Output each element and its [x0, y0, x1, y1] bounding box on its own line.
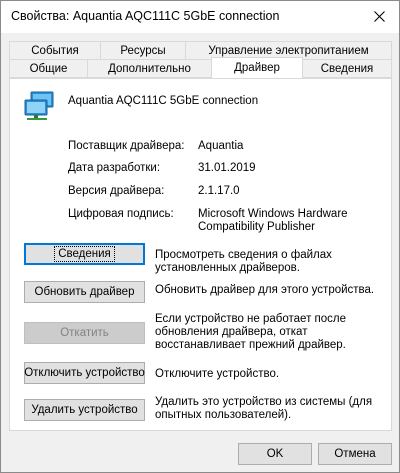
tab-general[interactable]: Общие [9, 59, 88, 78]
tab-resources[interactable]: Ресурсы [100, 41, 186, 60]
date-value: 31.01.2019 [198, 162, 256, 174]
update-driver-button-label: Обновить драйвер [34, 286, 135, 298]
tab-driver[interactable]: Драйвер [211, 57, 303, 78]
tab-advanced[interactable]: Дополнительно [87, 59, 212, 78]
cancel-button-label: Отмена [334, 448, 376, 460]
uninstall-device-button-label: Удалить устройство [31, 404, 138, 416]
tab-label: События [31, 44, 79, 57]
device-name: Aquantia AQC111C 5GbE connection [68, 95, 259, 107]
signer-value-line1: Microsoft Windows Hardware [198, 208, 348, 220]
tab-events[interactable]: События [9, 41, 101, 60]
provider-value: Aquantia [198, 140, 244, 152]
version-label: Версия драйвера: [68, 185, 165, 197]
cancel-button[interactable]: Отмена [318, 443, 392, 465]
tab-label: Дополнительно [108, 62, 191, 75]
ok-button-label: OK [266, 448, 284, 460]
update-driver-button[interactable]: Обновить драйвер [24, 281, 145, 303]
rollback-driver-button-label: Откатить [60, 327, 109, 339]
uninstall-device-button[interactable]: Удалить устройство [24, 399, 145, 421]
rollback-driver-button[interactable]: Откатить [24, 322, 145, 344]
tab-details[interactable]: Сведения [302, 59, 392, 78]
network-adapter-icon [24, 91, 54, 120]
driver-properties-dialog: Свойства: Aquantia AQC111C 5GbE connecti… [0, 0, 400, 473]
version-value: 2.1.17.0 [198, 185, 240, 197]
tab-label: Сведения [320, 62, 374, 75]
date-label: Дата разработки: [68, 162, 161, 174]
driver-tab-panel: Aquantia AQC111C 5GbE connection Поставщ… [9, 78, 392, 431]
close-button[interactable] [359, 1, 399, 32]
driver-details-description: Просмотреть сведения о файлах установлен… [155, 249, 332, 274]
signer-value-line2: Compatibility Publisher [198, 221, 315, 233]
disable-device-description: Отключите устройство. [155, 368, 280, 380]
ok-button[interactable]: OK [238, 443, 312, 465]
uninstall-device-description: Удалить это устройство из системы (для о… [155, 396, 373, 421]
tab-label: Драйвер [234, 62, 280, 74]
driver-details-button[interactable]: Сведения [24, 243, 145, 265]
rollback-driver-description: Если устройство не работает после обновл… [155, 313, 347, 351]
close-icon [373, 11, 385, 22]
window-title: Свойства: Aquantia AQC111C 5GbE connecti… [11, 9, 280, 23]
signer-label: Цифровая подпись: [68, 208, 174, 220]
title-bar: Свойства: Aquantia AQC111C 5GbE connecti… [1, 1, 399, 33]
tab-label: Общие [29, 62, 68, 75]
update-driver-description: Обновить драйвер для этого устройства. [155, 284, 375, 296]
tab-label: Ресурсы [120, 44, 166, 57]
disable-device-button[interactable]: Отключить устройство [24, 362, 145, 384]
driver-details-button-label: Сведения [54, 246, 115, 262]
tab-label: Управление электропитанием [208, 44, 369, 57]
provider-label: Поставщик драйвера: [68, 140, 185, 152]
disable-device-button-label: Отключить устройство [24, 367, 145, 379]
